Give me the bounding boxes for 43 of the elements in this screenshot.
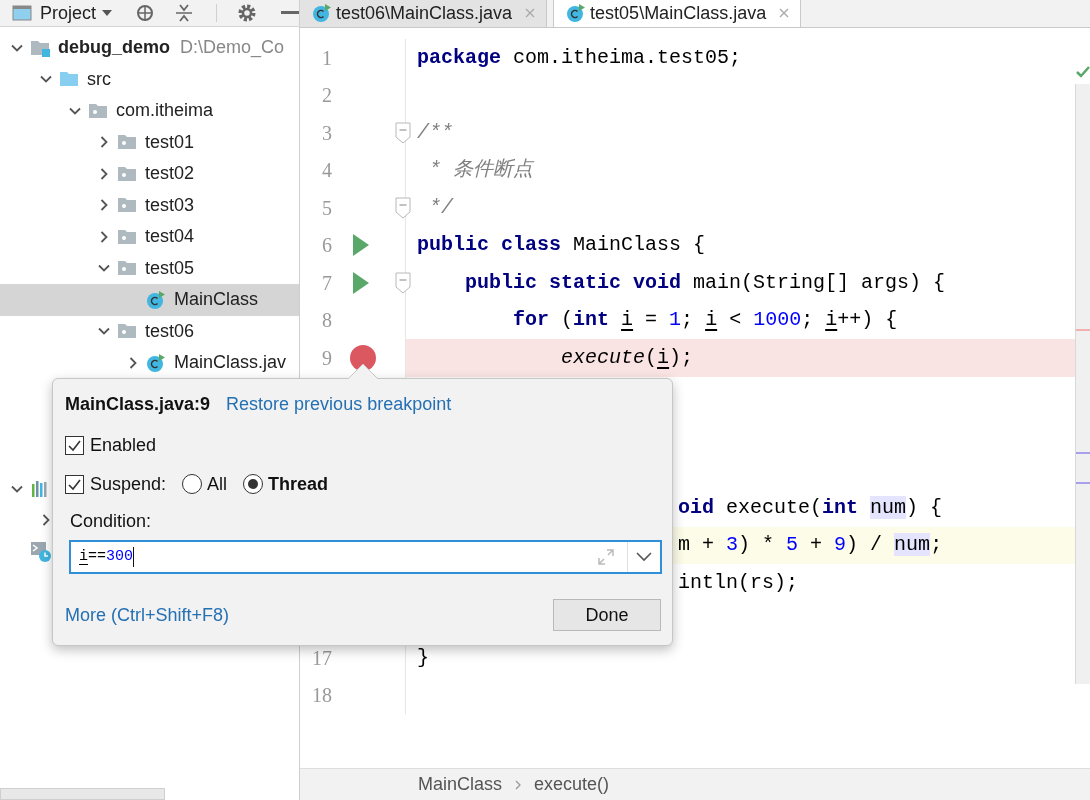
line-number: 2 — [321, 83, 332, 109]
tree-item-label: com.itheima — [116, 99, 214, 123]
code-text: public class MainClass { — [417, 232, 706, 259]
line-number: 17 — [311, 645, 332, 671]
radio-label: Thread — [268, 472, 329, 496]
tab-label: test06\MainClass.java — [336, 1, 513, 25]
code-text: */ — [428, 194, 453, 221]
tab-label: test05\MainClass.java — [590, 1, 767, 25]
tree-item-label: src — [87, 67, 111, 91]
line-number: 1 — [321, 45, 332, 71]
radio-label: All — [207, 472, 228, 496]
popup-title: MainClass.java:9 — [65, 392, 211, 416]
code-text: package com.itheima.test05; — [417, 44, 742, 71]
code-text: public static void main(String[] args) { — [464, 269, 946, 296]
tree-item-label: test02 — [145, 162, 195, 186]
line-number: 9 — [321, 345, 332, 371]
tree-item-label: test03 — [145, 193, 195, 217]
line-number: 3 — [321, 120, 332, 146]
code-text: m + 3) * 5 + 9) / num; — [678, 532, 943, 559]
tree-item-label: test05 — [145, 256, 195, 280]
code-text: intln(rs); — [678, 569, 799, 596]
line-number: 4 — [321, 158, 332, 184]
tree-item-label: debug_demo — [58, 36, 170, 60]
tree-item-label: test01 — [145, 130, 195, 154]
module-path: D:\Demo_Co — [180, 36, 285, 60]
code-text: execute(i); — [560, 344, 694, 371]
line-number: 6 — [321, 233, 332, 259]
line-number: 7 — [321, 270, 332, 296]
line-number: 5 — [321, 195, 332, 221]
condition-label: Condition: — [70, 510, 153, 533]
tree-item-label: MainClass.jav — [174, 351, 287, 375]
code-text: /** — [417, 119, 453, 146]
tree-item-label: MainClass — [174, 288, 259, 312]
code-text: for (int i = 1; i < 1000; i++) { — [512, 307, 898, 334]
checkbox-label: Suspend: — [90, 472, 167, 496]
tree-item-label: test06 — [145, 319, 195, 343]
line-number: 8 — [321, 308, 332, 334]
tree-item-label: test04 — [145, 225, 195, 249]
line-number: 18 — [311, 683, 332, 709]
code-text: } — [417, 644, 429, 671]
checkbox-label: Enabled — [90, 433, 157, 457]
code-text: * 条件断点 — [428, 157, 533, 184]
code-text: oid execute(int num) { — [678, 494, 943, 521]
